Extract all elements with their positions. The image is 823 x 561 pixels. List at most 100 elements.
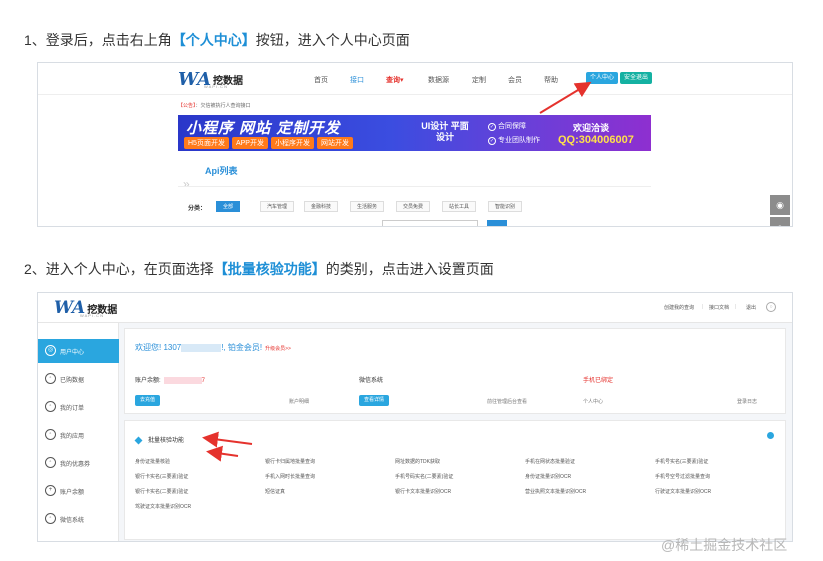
account-detail-link[interactable]: 账户明细 <box>289 398 309 405</box>
banner-headline: 小程序 网站 定制开发 <box>186 120 341 137</box>
nav-api[interactable]: 接口 <box>350 75 364 85</box>
function-link[interactable]: 手机在网状态批量验证 <box>525 458 655 465</box>
separator: | <box>702 304 704 310</box>
category-item[interactable]: 汽车管理 <box>260 201 295 212</box>
api-docs-link[interactable]: 接口文档 <box>709 304 729 311</box>
logout-button[interactable]: 安全退出 <box>620 72 653 84</box>
function-link[interactable]: 身份证批量识别OCR <box>525 473 655 480</box>
microphone-icon[interactable]: ● <box>770 217 790 226</box>
logout-link[interactable]: 退出 <box>746 304 756 311</box>
api-list-title: Api列表 <box>205 166 238 176</box>
settings-icon[interactable]: ○ <box>766 302 776 312</box>
sidebar-item-balance[interactable]: + 账户余额 <box>38 479 119 503</box>
login-log-link[interactable]: 登录日志 <box>737 398 757 405</box>
nav-help[interactable]: 帮助 <box>544 75 558 85</box>
user-icon[interactable]: ◉ <box>770 195 790 215</box>
category-item[interactable]: 生活服务 <box>350 201 385 212</box>
coupon-icon: ◦ <box>45 457 56 468</box>
search-button[interactable] <box>487 220 507 226</box>
banner-tag: H5页面开发 <box>184 137 229 149</box>
divider <box>178 186 651 187</box>
recharge-button[interactable]: 去充值 <box>135 395 161 406</box>
banner-tag: 网站开发 <box>316 137 353 149</box>
sidebar-item-user-center[interactable]: ◎ 用户中心 <box>38 339 119 363</box>
batch-verify-title[interactable]: 批量核验功能 <box>134 435 184 445</box>
category-item[interactable]: 金融科技 <box>304 201 339 212</box>
step-1-suffix: 按钮，进入个人中心页面 <box>255 32 410 48</box>
nav-home[interactable]: 首页 <box>314 75 328 85</box>
function-link[interactable]: 手机入网时长批量查询 <box>265 473 395 480</box>
step-1-highlight: 【个人中心】 <box>171 32 256 48</box>
function-link[interactable]: 银行卡实名(三要素)验证 <box>135 473 265 480</box>
category-item[interactable]: 交员免费 <box>396 201 431 212</box>
sidebar-item-wechat[interactable]: ◦ 微信系统 <box>38 507 119 531</box>
nav-query[interactable]: 查询▾ <box>386 75 404 85</box>
personal-center-link[interactable]: 个人中心 <box>583 398 603 405</box>
chevron-right-icon: » <box>183 177 189 191</box>
sidebar-item-purchased[interactable]: ◦ 已购数据 <box>38 367 119 391</box>
function-link[interactable]: 银行卡实名(二要素)验证 <box>135 488 265 495</box>
step-1-caption: 1、登录后，点击右上角【个人中心】按钮，进入个人中心页面 <box>24 30 410 50</box>
function-link[interactable]: 行驶证文本批量识别OCR <box>655 488 785 495</box>
function-grid: 身份证批量核验 银行卡归属地批量查询 网址数据的TDK获取 手机在网状态批量验证… <box>135 458 785 510</box>
function-link[interactable]: 驾驶证文本批量识别OCR <box>135 503 265 510</box>
wechat-icon: ◦ <box>45 513 56 524</box>
logo-sub: WAPI.CN <box>204 84 228 89</box>
api-search-input[interactable] <box>382 220 478 226</box>
banner-tag: 小程序开发 <box>270 137 314 149</box>
create-query-link[interactable]: 创建我的查询 <box>664 304 694 311</box>
cube-icon <box>134 436 143 445</box>
phone-status: 手机已绑定 <box>583 378 614 384</box>
category-item[interactable]: 站长工具 <box>442 201 477 212</box>
step-2-caption: 2、进入个人中心，在页面选择【批量核验功能】的类别，点击进入设置页面 <box>24 259 494 279</box>
top-nav: WA 挖数据 WAPI.CN 首页 接口 查询▾ 数据源 定制 会员 帮助 个人… <box>38 63 792 95</box>
promo-banner[interactable]: 小程序 网站 定制开发 H5页面开发 APP开发 小程序开发 网站开发 UI设计… <box>178 115 651 151</box>
function-link[interactable]: 身份证批量核验 <box>135 458 265 465</box>
banner-consult: 欢迎洽谈 <box>573 123 610 133</box>
function-link[interactable]: 手机号码实名(二要素)验证 <box>395 473 525 480</box>
category-all[interactable]: 全部 <box>216 201 241 212</box>
site-logo[interactable]: WA 挖数据 WAPI.CN <box>178 69 243 90</box>
view-detail-button[interactable]: 查看详情 <box>359 395 390 406</box>
admin-backend-link[interactable]: 前往管理后台查看 <box>487 398 527 405</box>
nav-datasource[interactable]: 数据源 <box>428 75 449 85</box>
check-icon: ✓ <box>488 137 496 145</box>
cart-icon: ◦ <box>45 373 56 384</box>
site-logo[interactable]: WA 挖数据 WAPI.CN <box>54 298 117 318</box>
function-link[interactable]: 手机号实名(三要素)验证 <box>655 458 785 465</box>
check-icon: ✓ <box>488 123 496 131</box>
user-icon: ◎ <box>45 345 56 356</box>
banner-tags: H5页面开发 APP开发 小程序开发 网站开发 <box>184 137 353 149</box>
function-link[interactable]: 银行卡归属地批量查询 <box>265 458 395 465</box>
sidebar-item-orders[interactable]: ◦ 我的订单 <box>38 395 119 419</box>
function-link[interactable]: 手机号空号过滤批量查询 <box>655 473 785 480</box>
step-2-suffix: 的类别，点击进入设置页面 <box>325 261 494 277</box>
function-link[interactable]: 营业执照文本批量识别OCR <box>525 488 655 495</box>
separator: | <box>735 304 737 310</box>
upgrade-link[interactable]: 升级会员>> <box>265 346 291 352</box>
sidebar-item-apps[interactable]: ◦ 我的应用 <box>38 423 119 447</box>
notice-bar[interactable]: 【公告】：欠信被执行人查询接口 <box>178 102 251 109</box>
logo-sub: WAPI.CN <box>80 313 104 318</box>
info-icon[interactable] <box>767 432 774 439</box>
function-link[interactable]: 短信证真 <box>265 488 395 495</box>
banner-tag: APP开发 <box>231 137 268 149</box>
welcome-card: 欢迎您! 1307!, 铂金会员! 升级会员>> 账户余额: 7 微信系统 手机已绑… <box>124 328 786 414</box>
screenshot-homepage: WA 挖数据 WAPI.CN 首页 接口 查询▾ 数据源 定制 会员 帮助 个人… <box>37 62 793 227</box>
function-link[interactable]: 网址数据的TDK获取 <box>395 458 525 465</box>
step-2-highlight: 【批量核验功能】 <box>213 261 326 277</box>
user-center-header: WA 挖数据 WAPI.CN 创建我的查询 | 接口文档 | 退出 ○ <box>38 293 792 323</box>
step-1-prefix: 1、登录后，点击右上角 <box>24 32 172 48</box>
category-item[interactable]: 智能识别 <box>488 201 523 212</box>
function-link[interactable]: 银行卡文本批量识别OCR <box>395 488 525 495</box>
watermark: @稀土掘金技术社区 <box>661 537 788 553</box>
balance-label: 账户余额: 7 <box>135 376 206 384</box>
order-icon: ◦ <box>45 401 56 412</box>
nav-custom[interactable]: 定制 <box>472 75 486 85</box>
redacted-balance <box>163 376 202 384</box>
notice-tag: 【公告】 <box>178 103 196 109</box>
nav-member[interactable]: 会员 <box>508 75 522 85</box>
banner-qq: QQ:304006007 <box>558 134 634 146</box>
personal-center-button[interactable]: 个人中心 <box>586 72 619 84</box>
sidebar-item-coupons[interactable]: ◦ 我的优惠券 <box>38 451 119 475</box>
